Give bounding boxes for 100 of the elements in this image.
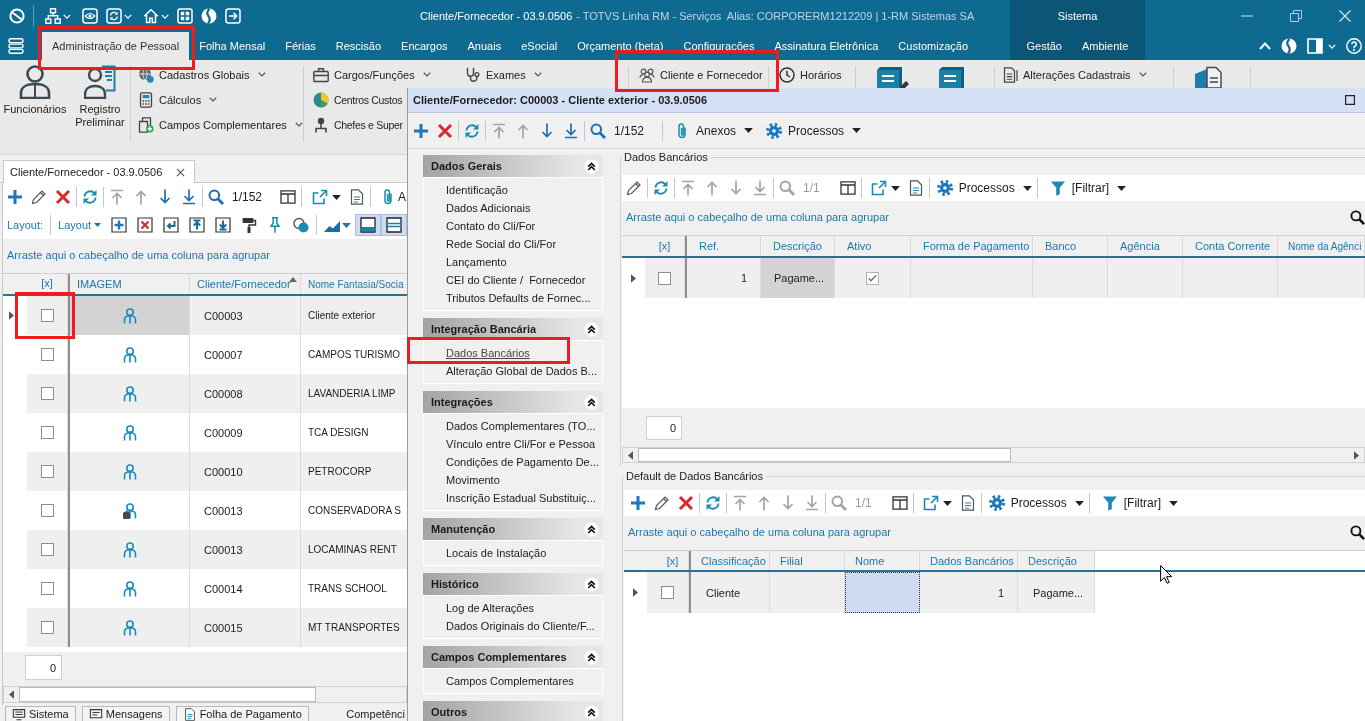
table-row[interactable]: C00009 TCA DESIGN [3,413,407,452]
columns-icon[interactable] [280,189,297,205]
panel-layout-icon[interactable] [1307,38,1323,54]
square-arrow-up-icon[interactable] [189,217,206,233]
ribbon-tab[interactable]: Folha Mensal [189,32,276,60]
export-icon[interactable] [870,180,887,196]
checkbox[interactable] [40,621,54,634]
refresh-icon[interactable] [464,122,480,139]
table-row[interactable]: C00008 LAVANDERIA LIMP [3,374,407,413]
table-row[interactable]: C00013 CONSERVADORA S [3,491,407,530]
nav-link[interactable]: Dados Complementares (TO... [424,417,602,435]
ribbon-menu-button[interactable]: Horários [779,62,842,87]
chevron-down-icon[interactable] [124,13,132,19]
refresh-icon[interactable] [653,180,669,196]
column-header[interactable]: IMAGEM [68,274,190,294]
table-row[interactable]: C00007 CAMPOS TURISMO [3,335,407,374]
column-header[interactable]: Classificação [689,551,770,570]
nav-link[interactable]: Log de Alterações [424,599,602,617]
nav-link[interactable]: Contato do Cli/For [424,217,602,235]
globe-icon[interactable] [1281,38,1297,54]
nav-group-header[interactable]: Outros [423,701,603,721]
paint-roller-icon[interactable] [241,217,258,233]
double-chevron-up-icon[interactable] [584,576,599,592]
column-header[interactable]: Nome Fantasia/Socia [301,274,407,294]
ribbon-tab[interactable]: Administração de Pessoal [42,32,190,60]
export-icon[interactable] [312,189,329,205]
search-icon[interactable] [1350,524,1365,540]
plus-icon[interactable] [630,495,646,511]
checkbox[interactable] [40,582,54,595]
processes-button[interactable]: Processos [988,491,1084,515]
view-toggle-button[interactable] [381,214,407,236]
eye-icon[interactable] [82,8,98,24]
square-cross-icon[interactable] [137,217,154,233]
filter-button[interactable]: [Filtrar] [1049,176,1127,200]
ribbon-menu-button[interactable]: Cálculos [138,87,218,112]
caret-icon[interactable] [332,194,342,200]
nav-group-header[interactable]: Integrações [423,391,603,413]
double-chevron-up-icon[interactable] [584,394,599,410]
chevron-up-icon[interactable] [1259,42,1271,50]
home-icon[interactable] [143,8,159,24]
square-plus-icon[interactable] [111,217,128,233]
chevron-down-icon[interactable] [63,13,71,19]
refresh-icon[interactable] [705,495,721,511]
column-header[interactable]: Agência [1108,236,1183,256]
circles-icon[interactable] [293,217,310,233]
toolbar-button[interactable]: A [398,190,407,204]
globe-icon[interactable] [201,8,217,24]
table-row[interactable]: C00015 MT TRANSPORTES [3,608,407,647]
nav-link[interactable]: Alteração Global de Dados B... [424,362,602,380]
nav-link[interactable]: Dados Bancários [424,344,602,362]
column-header[interactable]: [x] [27,274,68,294]
table-row[interactable]: 1 Pagame... [622,258,1365,298]
ribbon-menu-button[interactable]: Cadastros Globais [138,62,266,87]
nav-group-header[interactable]: Integração Bancária [423,318,603,340]
pencil-icon[interactable] [626,180,642,196]
column-header[interactable]: Banco [1033,236,1108,256]
nav-link[interactable]: Lançamento [424,253,602,271]
document-icon[interactable] [1192,66,1224,88]
arrow-down-icon[interactable] [157,189,173,205]
ribbon-tab[interactable]: Customização [888,32,979,60]
search-icon[interactable] [1350,209,1365,225]
column-header[interactable]: Filial [770,551,845,570]
scroll-left-icon[interactable] [628,450,633,460]
double-chevron-up-icon[interactable] [584,321,599,337]
nav-group-header[interactable]: Dados Gerais [423,155,603,177]
nav-link[interactable]: Tributos Defaults de Fornec... [424,289,602,307]
layout-menu-button[interactable]: Layout [58,219,102,231]
column-header[interactable]: Descrição [761,236,835,256]
processes-button[interactable]: Processos [936,176,1032,200]
double-chevron-up-icon[interactable] [584,704,599,720]
restore-icon[interactable] [1290,10,1302,22]
ribbon-menu-button[interactable]: Centros Custos [313,87,403,112]
ribbon-menu-button[interactable]: Chefes e Super [313,112,403,137]
column-header[interactable]: Nome da Agênci [1278,236,1365,256]
column-header[interactable]: Nome [845,551,920,570]
square-arrow-down-icon[interactable] [215,217,232,233]
scrollbar-thumb[interactable] [19,687,316,702]
arrow-bar-down-icon[interactable] [181,189,197,205]
ribbon-menu-button[interactable]: Campos Complementares [138,112,303,137]
ribbon-large-button[interactable]: Funcionários [0,60,70,154]
checkbox[interactable] [40,504,54,517]
nav-group-header[interactable]: Manutenção [423,518,603,540]
scroll-left-icon[interactable] [9,690,14,699]
nav-link[interactable]: Movimento [424,471,602,489]
checkbox[interactable] [40,465,54,478]
attachments-button[interactable]: Anexos [674,118,754,143]
stack-icon[interactable] [8,38,24,54]
checkbox[interactable] [661,586,674,599]
scroll-right-icon[interactable] [1354,450,1359,460]
processes-button[interactable]: Processos [766,118,862,143]
grid-icon[interactable] [177,8,193,24]
column-header[interactable]: Conta Corrente [1183,236,1278,256]
arrow-bar-down-icon[interactable] [563,122,579,139]
ribbon-tab[interactable]: Rescisão [325,32,392,60]
table-row[interactable]: C00010 PETROCORP [3,452,407,491]
view-toggle-button[interactable] [355,214,382,236]
caret-icon[interactable] [942,500,952,506]
ribbon-tab[interactable]: Férias [275,32,326,60]
checkbox[interactable] [40,387,54,400]
cross-icon[interactable] [437,122,453,139]
